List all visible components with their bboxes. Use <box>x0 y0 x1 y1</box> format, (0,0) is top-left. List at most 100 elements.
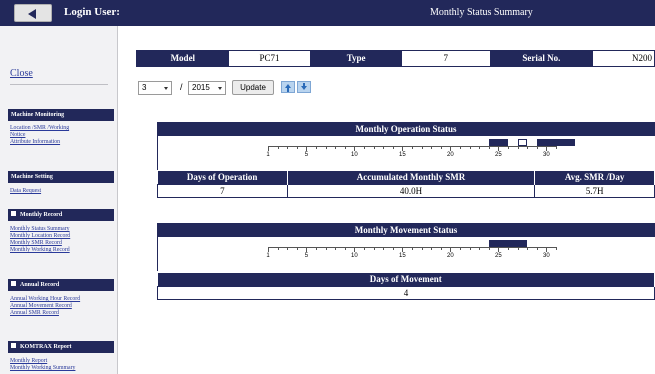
sidebar-link-monthly-smr-record[interactable]: Monthly SMR Record <box>10 240 62 247</box>
update-button[interactable]: Update <box>232 80 274 95</box>
operation-tick <box>421 146 423 149</box>
movement-tick <box>546 247 548 252</box>
movement-tick <box>450 247 452 252</box>
movement-tick <box>296 247 298 250</box>
accumulated-smr-header: Accumulated Monthly SMR <box>287 171 536 184</box>
operation-status-header: Monthly Operation Status <box>157 122 655 136</box>
sidebar-link-monthly-working-summary[interactable]: Monthly Working Summary <box>10 365 75 372</box>
operation-tick <box>306 146 308 151</box>
sidebar-link-annual-smr-record[interactable]: Annual SMR Record <box>10 310 59 317</box>
collapse-minus-icon[interactable] <box>11 281 16 286</box>
back-arrow-icon <box>28 9 36 19</box>
movement-tick <box>316 247 317 250</box>
movement-active-day-bar <box>488 240 528 247</box>
section-title: Machine Monitoring <box>11 112 65 118</box>
month-select[interactable]: 3 <box>138 81 172 95</box>
operation-tick <box>546 146 548 151</box>
sidebar-link-monthly-location-record[interactable]: Monthly Location Record <box>10 233 70 240</box>
operation-tick <box>268 146 269 151</box>
operation-stats-table: Days of Operation Accumulated Monthly SM… <box>157 171 655 198</box>
operation-tick <box>373 146 375 149</box>
operation-tick <box>460 146 461 149</box>
sidebar-section-monthly-record[interactable]: Monthly Record <box>8 209 114 221</box>
operation-tick <box>412 146 413 149</box>
movement-tick <box>373 247 375 250</box>
operation-tick <box>536 146 538 149</box>
movement-tick <box>556 247 557 250</box>
movement-tick <box>421 247 423 250</box>
sidebar-link-monthly-working-record[interactable]: Monthly Working Record <box>10 247 70 254</box>
sidebar-link-location-smr-working[interactable]: Location /SMR /Working <box>10 125 69 132</box>
sidebar-link-monthly-status-summary[interactable]: Monthly Status Summary <box>10 226 70 233</box>
movement-tick <box>498 247 500 252</box>
year-select-value: 2015 <box>192 83 210 92</box>
movement-tick <box>392 247 394 250</box>
movement-day-label: 30 <box>543 253 550 259</box>
movement-tick <box>306 247 308 252</box>
month-select-value: 3 <box>142 83 147 92</box>
collapse-minus-icon[interactable] <box>11 343 16 348</box>
machine-info-row: Model PC71 Type 7 Serial No. N200 <box>136 50 655 67</box>
back-button[interactable] <box>14 4 52 22</box>
operation-day-label: 20 <box>447 152 454 158</box>
operation-tick <box>354 146 356 151</box>
sidebar-link-monthly-report[interactable]: Monthly Report <box>10 358 47 365</box>
type-value: 7 <box>401 51 490 66</box>
movement-day-label: 1 <box>266 253 270 259</box>
arrow-stem <box>287 88 289 92</box>
operation-day-label: 5 <box>304 152 309 158</box>
scroll-up-button[interactable] <box>281 81 295 93</box>
sidebar-section-komtrax-report[interactable]: KOMTRAX Report <box>8 341 114 353</box>
operation-tick <box>469 146 471 149</box>
movement-tick <box>517 247 519 250</box>
movement-tick <box>488 247 490 250</box>
operation-inactive-day-box <box>517 139 528 146</box>
operation-tick <box>364 146 365 149</box>
operation-day-label: 30 <box>543 152 550 158</box>
model-label: Model <box>137 51 229 66</box>
sidebar-section-machine-monitoring: Machine Monitoring <box>8 109 114 121</box>
movement-day-label: 20 <box>447 253 454 259</box>
sidebar-section-annual-record[interactable]: Annual Record <box>8 279 114 291</box>
scroll-down-button[interactable] <box>297 81 311 93</box>
movement-tick <box>325 247 327 250</box>
movement-tick <box>344 247 346 250</box>
sidebar-link-annual-movement-record[interactable]: Annual Movement Record <box>10 303 72 310</box>
operation-tick <box>335 146 337 149</box>
movement-status-header: Monthly Movement Status <box>157 223 655 237</box>
collapse-minus-icon[interactable] <box>11 211 16 216</box>
sidebar-link-data-request[interactable]: Data Request <box>10 188 41 195</box>
movement-stats-table: Days of Movement 4 <box>157 273 655 300</box>
avg-smr-header: Avg. SMR /Day <box>534 171 655 184</box>
chevron-down-icon <box>218 87 222 90</box>
movement-tick <box>508 247 509 250</box>
close-link[interactable]: Close <box>10 68 33 79</box>
operation-tick <box>508 146 509 149</box>
operation-tick <box>517 146 519 149</box>
accumulated-smr-value: 40.0H <box>286 183 536 198</box>
movement-tick <box>412 247 413 250</box>
movement-tick <box>527 247 529 250</box>
movement-timeline: 1 5 10 15 20 25 30 <box>157 237 655 271</box>
movement-stats-value-row: 4 <box>157 285 655 300</box>
days-of-movement-header: Days of Movement <box>157 273 655 286</box>
sidebar-link-notice[interactable]: Notice <box>10 132 25 139</box>
operation-tick <box>498 146 500 151</box>
page-title: Monthly Status Summary <box>430 7 533 18</box>
year-select[interactable]: 2015 <box>188 81 226 95</box>
section-title: KOMTRAX Report <box>20 344 72 350</box>
operation-active-day-bar <box>536 139 576 146</box>
operation-tick <box>440 146 442 149</box>
days-of-operation-value: 7 <box>157 183 288 198</box>
serial-value: N200 <box>593 51 654 66</box>
movement-tick <box>268 247 269 252</box>
operation-tick <box>488 146 490 149</box>
sidebar-link-attribute-information[interactable]: Attribute Information <box>10 139 60 146</box>
sidebar-link-annual-working-hour-record[interactable]: Annual Working Hour Record <box>10 296 80 303</box>
login-user-label: Login User: <box>64 6 120 18</box>
top-bar: Login User: Monthly Status Summary <box>0 0 655 26</box>
operation-tick <box>431 146 433 149</box>
operation-tick <box>527 146 529 149</box>
operation-tick <box>296 146 298 149</box>
operation-day-label: 10 <box>351 152 358 158</box>
